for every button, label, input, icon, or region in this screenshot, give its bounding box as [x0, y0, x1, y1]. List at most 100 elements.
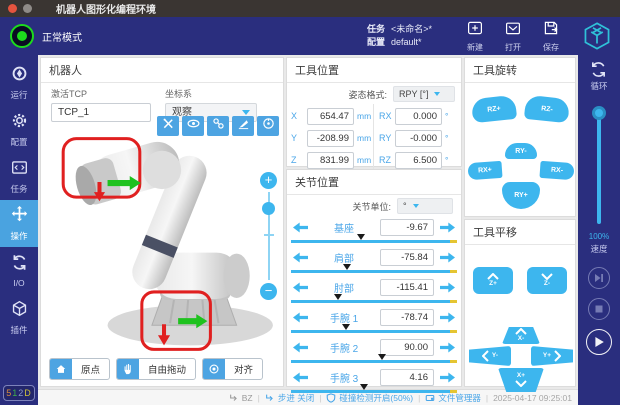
joint-increase-button[interactable] — [440, 312, 455, 323]
robot-panel: 机器人 激活TCP TCP_1 坐标系 观察 — [40, 57, 284, 387]
robot-3d-view[interactable]: + − — [41, 124, 283, 354]
translate-z-minus-button[interactable]: Z- — [527, 267, 567, 294]
joint-slider-thumb[interactable] — [342, 324, 350, 330]
view-tool-eye-button[interactable] — [182, 116, 204, 136]
zoom-thumb[interactable] — [262, 202, 275, 215]
translate-x-minus-button[interactable]: X- — [502, 327, 540, 344]
view-tool-pen-button[interactable] — [232, 116, 254, 136]
corner-arrow-icon — [229, 393, 239, 403]
view-tool-tools-button[interactable] — [157, 116, 179, 136]
rotate-ry-plus-button[interactable]: RY+ — [502, 182, 540, 209]
step-forward-icon — [594, 273, 604, 283]
joint-slider[interactable] — [291, 240, 457, 243]
tool-position-panel: 工具位置 姿态格式: RPY [°] X 654.47 mmY — [286, 57, 462, 167]
joint-slider[interactable] — [291, 330, 457, 333]
stop-button[interactable] — [588, 298, 610, 320]
sidebar-item-run[interactable]: 运行 — [0, 59, 38, 106]
rotate-rx-minus-button[interactable]: RX- — [539, 161, 574, 180]
joint-value-input[interactable]: -115.41 — [380, 279, 434, 296]
joint-decrease-button[interactable] — [293, 252, 308, 263]
axis-value-input[interactable]: -0.000 — [395, 130, 442, 147]
y-plus-label: Y+ — [543, 353, 551, 360]
mode-label: 正常模式 — [42, 29, 82, 44]
view-zoom-slider: + − — [260, 172, 278, 300]
close-button[interactable] — [8, 4, 17, 13]
align-button[interactable]: 对齐 — [202, 358, 263, 380]
view-tool-joint-button[interactable] — [207, 116, 229, 136]
joint-increase-button[interactable] — [440, 222, 455, 233]
speed-thumb[interactable] — [592, 106, 606, 120]
sidebar-item-operate[interactable]: 操作 — [0, 200, 38, 247]
joint-slider[interactable] — [291, 360, 457, 363]
axis-value-input[interactable]: 831.99 — [307, 152, 354, 169]
rotate-rz-minus-button[interactable]: RZ- — [524, 95, 570, 123]
rotate-ry-minus-button[interactable]: RY- — [505, 143, 537, 159]
joint-increase-button[interactable] — [440, 342, 455, 353]
joint-value-input[interactable]: -75.84 — [380, 249, 434, 266]
rotate-rz-plus-button[interactable]: RZ+ — [471, 95, 517, 123]
slider-limit-tip — [450, 270, 457, 273]
zoom-in-button[interactable]: + — [260, 172, 277, 189]
sidebar-item-io[interactable]: I/O — [0, 247, 38, 294]
translate-y-plus-button[interactable]: Y+ — [531, 346, 573, 366]
joint-unit-label: 关节单位: — [352, 200, 391, 213]
sidebar-item-task[interactable]: 任务 — [0, 153, 38, 200]
open-button[interactable]: 打开 — [504, 20, 522, 53]
joint-slider-thumb[interactable] — [357, 234, 365, 240]
joint-slider-thumb[interactable] — [343, 264, 351, 270]
translate-z-plus-button[interactable]: Z+ — [473, 267, 513, 294]
zoom-out-button[interactable]: − — [260, 283, 277, 300]
right-sidebar: 循环 100% 速度 — [578, 55, 620, 405]
tool-translation-panel: 工具平移 Z+ Z- X- — [464, 219, 576, 387]
joint-unit-select[interactable]: ° — [397, 198, 453, 214]
z-minus-label: Z- — [544, 281, 550, 288]
axis-value-input[interactable]: -208.99 — [307, 130, 354, 147]
joint-slider[interactable] — [291, 300, 457, 303]
step-forward-button[interactable] — [588, 267, 610, 289]
joint-decrease-button[interactable] — [293, 372, 308, 383]
robot-panel-title: 机器人 — [41, 58, 283, 83]
joint-value-input[interactable]: -9.67 — [380, 219, 434, 236]
speed-slider[interactable] — [592, 106, 606, 224]
joint-value-input[interactable]: 90.00 — [380, 339, 434, 356]
sidebar-item-label: 运行 — [10, 89, 27, 101]
pose-format-select[interactable]: RPY [°] — [393, 86, 455, 102]
axis-value-input[interactable]: 6.500 — [395, 152, 442, 169]
joint-increase-button[interactable] — [440, 282, 455, 293]
joint-value-input[interactable]: 4.16 — [380, 369, 434, 386]
save-button[interactable]: 保存 — [542, 20, 560, 53]
joint-increase-button[interactable] — [440, 252, 455, 263]
joint-slider[interactable] — [291, 390, 457, 393]
sidebar-item-label: 配置 — [10, 136, 27, 148]
minimize-button[interactable] — [23, 4, 32, 13]
joint-value-input[interactable]: -78.74 — [380, 309, 434, 326]
joint-decrease-button[interactable] — [293, 312, 308, 323]
left-sidebar: 运行 配置 任务 操作 I/O 插件 512D — [0, 55, 38, 405]
joint-decrease-button[interactable] — [293, 222, 308, 233]
joint-row-4: 手腕 1 -78.74 — [287, 305, 461, 335]
joint-slider-thumb[interactable] — [360, 384, 368, 390]
rotate-rx-plus-button[interactable]: RX+ — [467, 161, 502, 180]
axis-value-input[interactable]: 0.000 — [395, 108, 442, 125]
view-tool-dial-button[interactable] — [257, 116, 279, 136]
joint-slider-thumb[interactable] — [334, 294, 342, 300]
home-button[interactable]: 原点 — [49, 358, 110, 380]
loop-button[interactable]: 循环 — [590, 61, 607, 92]
action-label: 打开 — [505, 42, 521, 53]
joint-increase-button[interactable] — [440, 372, 455, 383]
joint-position-title: 关节位置 — [287, 170, 461, 195]
tcp-input[interactable]: TCP_1 — [51, 103, 151, 122]
axis-label: RY — [379, 133, 392, 143]
play-button[interactable] — [586, 329, 612, 355]
sidebar-item-config[interactable]: 配置 — [0, 106, 38, 153]
translate-y-minus-button[interactable]: Y- — [469, 346, 511, 366]
new-button[interactable]: 新建 — [466, 20, 484, 53]
joint-slider-thumb[interactable] — [378, 354, 386, 360]
sidebar-item-plugin[interactable]: 插件 — [0, 294, 38, 341]
joint-label: 手腕 1 — [314, 310, 374, 325]
joint-decrease-button[interactable] — [293, 342, 308, 353]
joint-slider[interactable] — [291, 270, 457, 273]
axis-value-input[interactable]: 654.47 — [307, 108, 354, 125]
drag-button[interactable]: 自由拖动 — [116, 358, 196, 380]
joint-decrease-button[interactable] — [293, 282, 308, 293]
